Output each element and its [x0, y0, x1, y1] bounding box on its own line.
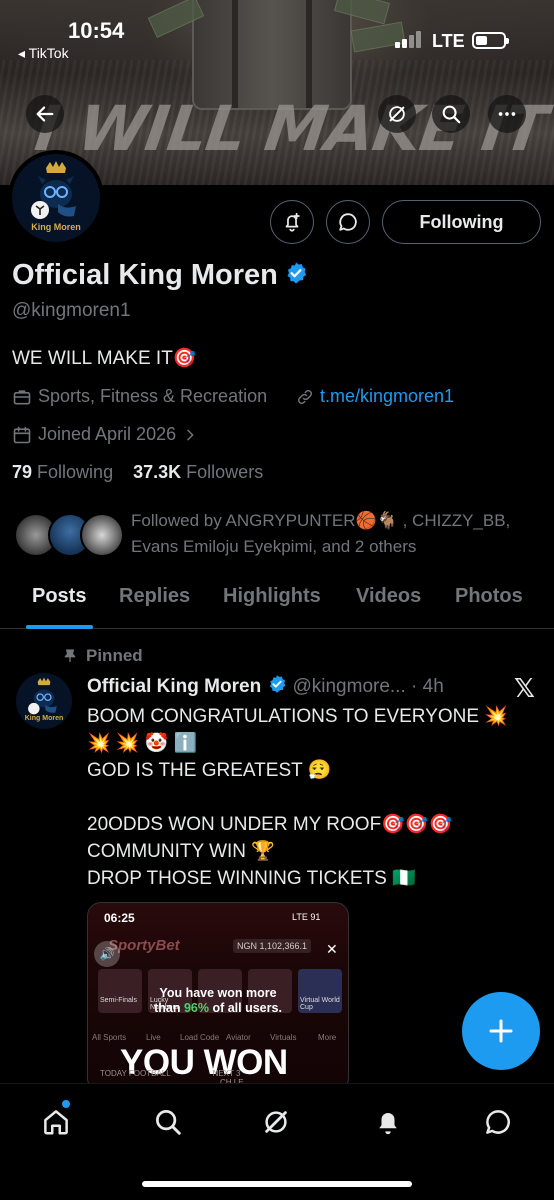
banner-slogan: I WILL MAKE IT [30, 92, 551, 165]
following-label: Following [37, 462, 114, 482]
nav-notifications[interactable] [368, 1102, 408, 1142]
media-tile: Semi-Finals [98, 969, 142, 1013]
followers-count-link[interactable]: 37.3K Followers [133, 462, 263, 482]
post-text-line: 💥 💥 🤡 ℹ️ [87, 733, 198, 754]
calendar-icon [13, 426, 31, 443]
search-icon [156, 1110, 181, 1135]
grok-icon [389, 106, 405, 122]
profile-handle: @kingmoren1 [12, 300, 131, 321]
mutual-followers-avatars[interactable] [14, 513, 124, 557]
post-text-line: GOD IS THE GREATEST 😮‍💨 [87, 760, 332, 781]
joined-text: Joined April 2026 [38, 424, 177, 444]
media-status-time: 06:25 [104, 911, 135, 925]
more-options-button[interactable] [488, 95, 526, 133]
sound-icon[interactable]: 🔊 [94, 941, 120, 967]
followers-count: 37.3K [133, 462, 182, 482]
following-button[interactable]: Following [382, 200, 541, 244]
media-tile: Virtual World Cup [298, 969, 342, 1013]
verified-badge-icon [284, 260, 308, 293]
tab-highlights[interactable]: Highlights [223, 585, 321, 608]
compose-post-button[interactable] [462, 992, 540, 1070]
cellular-signal-icon [395, 30, 425, 48]
notification-dot [62, 1100, 70, 1108]
profile-link-text[interactable]: t.me/kingmoren1 [320, 386, 454, 407]
message-button[interactable] [326, 200, 370, 244]
back-button[interactable] [26, 95, 64, 133]
following-count-link[interactable]: 79 Following [12, 462, 113, 482]
battery-icon [472, 32, 509, 49]
verified-badge-icon [267, 674, 287, 700]
profile-name-row: Official King Moren [12, 259, 308, 293]
profile-link[interactable]: t.me/kingmoren1 [296, 386, 454, 407]
post-author-name[interactable]: Official King Moren [87, 676, 261, 697]
pin-icon [64, 649, 76, 662]
arrow-left-icon [36, 106, 54, 122]
post-media[interactable]: 06:25 LTE 91 SportyBet NGN 1,102,366.1 ✕… [87, 902, 349, 1092]
post-header: Official King Moren @kingmore... · 4h [87, 674, 444, 700]
tab-posts[interactable]: Posts [32, 585, 86, 608]
search-icon [442, 105, 461, 124]
pinned-label: Pinned [62, 646, 143, 666]
media-nav: All Sports Live Load Code Aviator Virtua… [92, 1033, 337, 1042]
nav-messages[interactable] [478, 1102, 518, 1142]
x-logo-icon: 𝕏 [514, 674, 535, 704]
tab-videos[interactable]: Videos [356, 585, 421, 608]
active-tab-indicator [26, 625, 93, 629]
link-icon [298, 389, 312, 404]
search-profile-button[interactable] [432, 95, 470, 133]
post-text-line: COMMUNITY WIN 🏆 [87, 841, 275, 862]
tab-photos[interactable]: Photos [455, 585, 523, 608]
post-timestamp[interactable]: · 4h [411, 676, 444, 697]
avatar-brand-label: King Moren [24, 715, 64, 722]
followed-by-text[interactable]: Followed by ANGRYPUNTER🏀🐐 , CHIZZY_BB, E… [131, 508, 541, 560]
profile-name: Official King Moren [12, 259, 278, 291]
followed-by-line: Followed by ANGRYPUNTER🏀🐐 , CHIZZY_BB, [131, 511, 511, 530]
plus-icon [489, 1019, 513, 1043]
post-author-avatar[interactable]: King Moren [16, 673, 72, 729]
bell-icon [379, 1113, 397, 1135]
media-balance: NGN 1,102,366.1 [233, 939, 312, 953]
followers-label: Followers [186, 462, 264, 482]
grok-button[interactable] [378, 95, 416, 133]
nav-search[interactable] [148, 1102, 188, 1142]
home-indicator [142, 1181, 412, 1187]
back-to-app-link[interactable]: ◂ TikTok [18, 45, 69, 62]
tab-replies[interactable]: Replies [119, 585, 190, 608]
post-text-line: BOOM CONGRATULATIONS TO EVERYONE 💥 [87, 706, 508, 727]
joined-date[interactable]: Joined April 2026 [12, 424, 198, 445]
message-bubble-icon [339, 213, 357, 231]
post-text-line: 20ODDS WON UNDER MY ROOF🎯🎯🎯 [87, 814, 453, 835]
grok-icon [265, 1111, 287, 1133]
briefcase-icon [13, 389, 31, 404]
close-icon: ✕ [326, 941, 338, 957]
nav-grok[interactable] [256, 1102, 296, 1142]
more-dots-icon [498, 112, 516, 116]
message-bubble-icon [486, 1110, 510, 1134]
pinned-text: Pinned [86, 646, 143, 665]
profile-tabs: Posts Replies Highlights Videos Photos [0, 575, 554, 629]
profile-category: Sports, Fitness & Recreation [12, 386, 267, 407]
followed-by-line: Evans Emiloju Eyekpimi, and 2 others [131, 537, 417, 556]
post-author-handle[interactable]: @kingmore... [292, 676, 405, 697]
home-icon [44, 1110, 68, 1135]
avatar-brand-label: King Moren [31, 222, 81, 232]
bell-plus-icon [285, 212, 300, 232]
avatar [80, 513, 124, 557]
profile-avatar[interactable]: King Moren [8, 150, 104, 246]
media-win-message: You have won more than 96% of all users. [154, 986, 282, 1015]
following-count: 79 [12, 462, 33, 482]
status-bar: 10:54 ◂ TikTok LTE [0, 0, 554, 70]
network-type: LTE [432, 31, 465, 51]
follow-counts: 79 Following 37.3K Followers [12, 462, 263, 483]
notifications-button[interactable] [270, 200, 314, 244]
nav-home[interactable] [36, 1100, 76, 1142]
status-time: 10:54 [68, 18, 125, 43]
post-text-line: DROP THOSE WINNING TICKETS 🇳🇬 [87, 868, 416, 889]
category-text: Sports, Fitness & Recreation [38, 386, 268, 406]
media-network: LTE 91 [292, 912, 321, 922]
chevron-right-icon [187, 429, 194, 440]
profile-bio: WE WILL MAKE IT🎯 [12, 348, 197, 369]
